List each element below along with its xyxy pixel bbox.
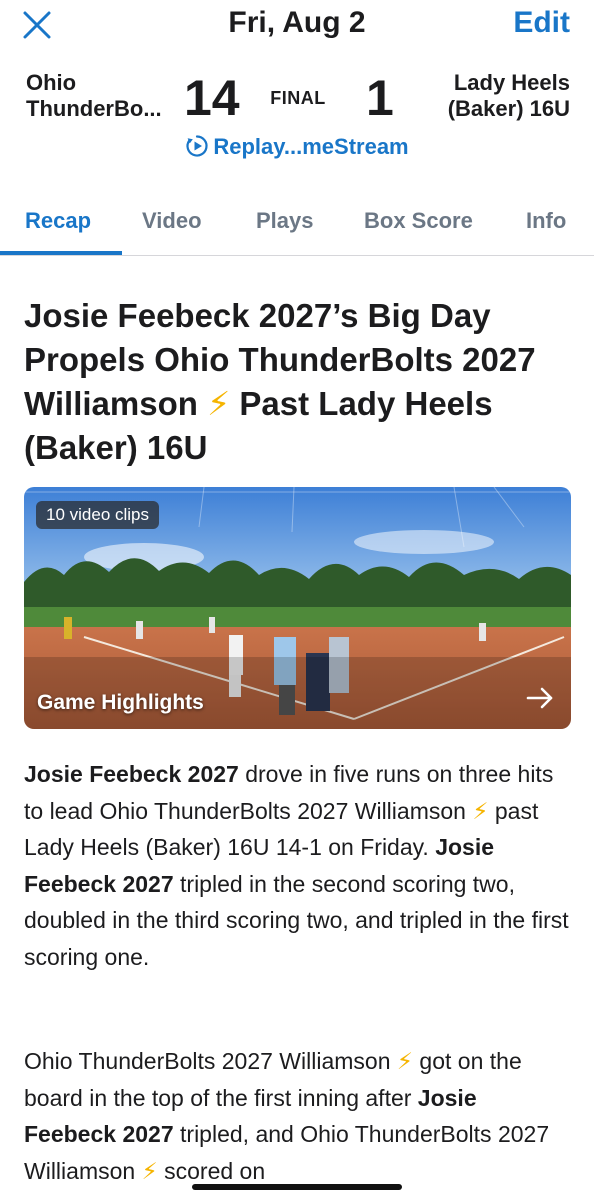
lightning-bolt-icon: ⚡	[396, 1048, 414, 1074]
tab-video[interactable]: Video	[142, 208, 202, 234]
paragraph-text: Ohio ThunderBolts 2027 Williamson	[24, 1048, 397, 1074]
paragraph-text: scored on	[157, 1157, 266, 1184]
scoreboard: Ohio ThunderBo... 14 FINAL 1 Lady Heels …	[0, 62, 594, 132]
tab-box-score[interactable]: Box Score	[364, 208, 473, 234]
lightning-bolt-icon: ⚡	[207, 385, 231, 422]
video-clips-count-badge: 10 video clips	[36, 501, 160, 529]
lightning-bolt-icon: ⚡	[472, 797, 489, 824]
close-icon	[23, 11, 51, 39]
away-score: 1	[366, 70, 394, 126]
game-highlights-video[interactable]: 10 video clips Game Highlights	[24, 487, 571, 729]
article-paragraph-2: Ohio ThunderBolts 2027 Williamson ⚡ got …	[24, 1043, 574, 1189]
replay-link[interactable]: Replay...meStream	[0, 134, 594, 160]
top-bar: Fri, Aug 2 Edit	[0, 0, 594, 50]
article-paragraph-1: Josie Feebeck 2027 drove in five runs on…	[24, 756, 574, 975]
close-button[interactable]	[20, 8, 54, 42]
away-team-name[interactable]: Lady Heels (Baker) 16U	[448, 70, 570, 122]
away-team-line2: (Baker) 16U	[447, 96, 570, 121]
game-date: Fri, Aug 2	[228, 6, 366, 39]
lightning-bolt-icon: ⚡	[141, 1157, 158, 1184]
home-indicator[interactable]	[192, 1184, 402, 1190]
tab-info[interactable]: Info	[526, 208, 566, 234]
away-team-line1: Lady Heels	[453, 70, 570, 95]
article-headline: Josie Feebeck 2027’s Big Day Propels Ohi…	[24, 294, 574, 470]
tab-recap[interactable]: Recap	[25, 208, 91, 234]
active-tab-indicator	[0, 251, 122, 255]
player-name: Josie Feebeck 2027	[24, 761, 239, 787]
arrow-right-icon	[526, 687, 553, 709]
tab-plays[interactable]: Plays	[256, 208, 314, 234]
video-title: Game Highlights	[37, 691, 204, 714]
tab-bar: Recap Video Plays Box Score Info	[0, 196, 594, 256]
edit-button[interactable]: Edit	[513, 6, 570, 40]
play-circle-icon	[186, 135, 208, 157]
replay-label: Replay...meStream	[213, 134, 409, 159]
